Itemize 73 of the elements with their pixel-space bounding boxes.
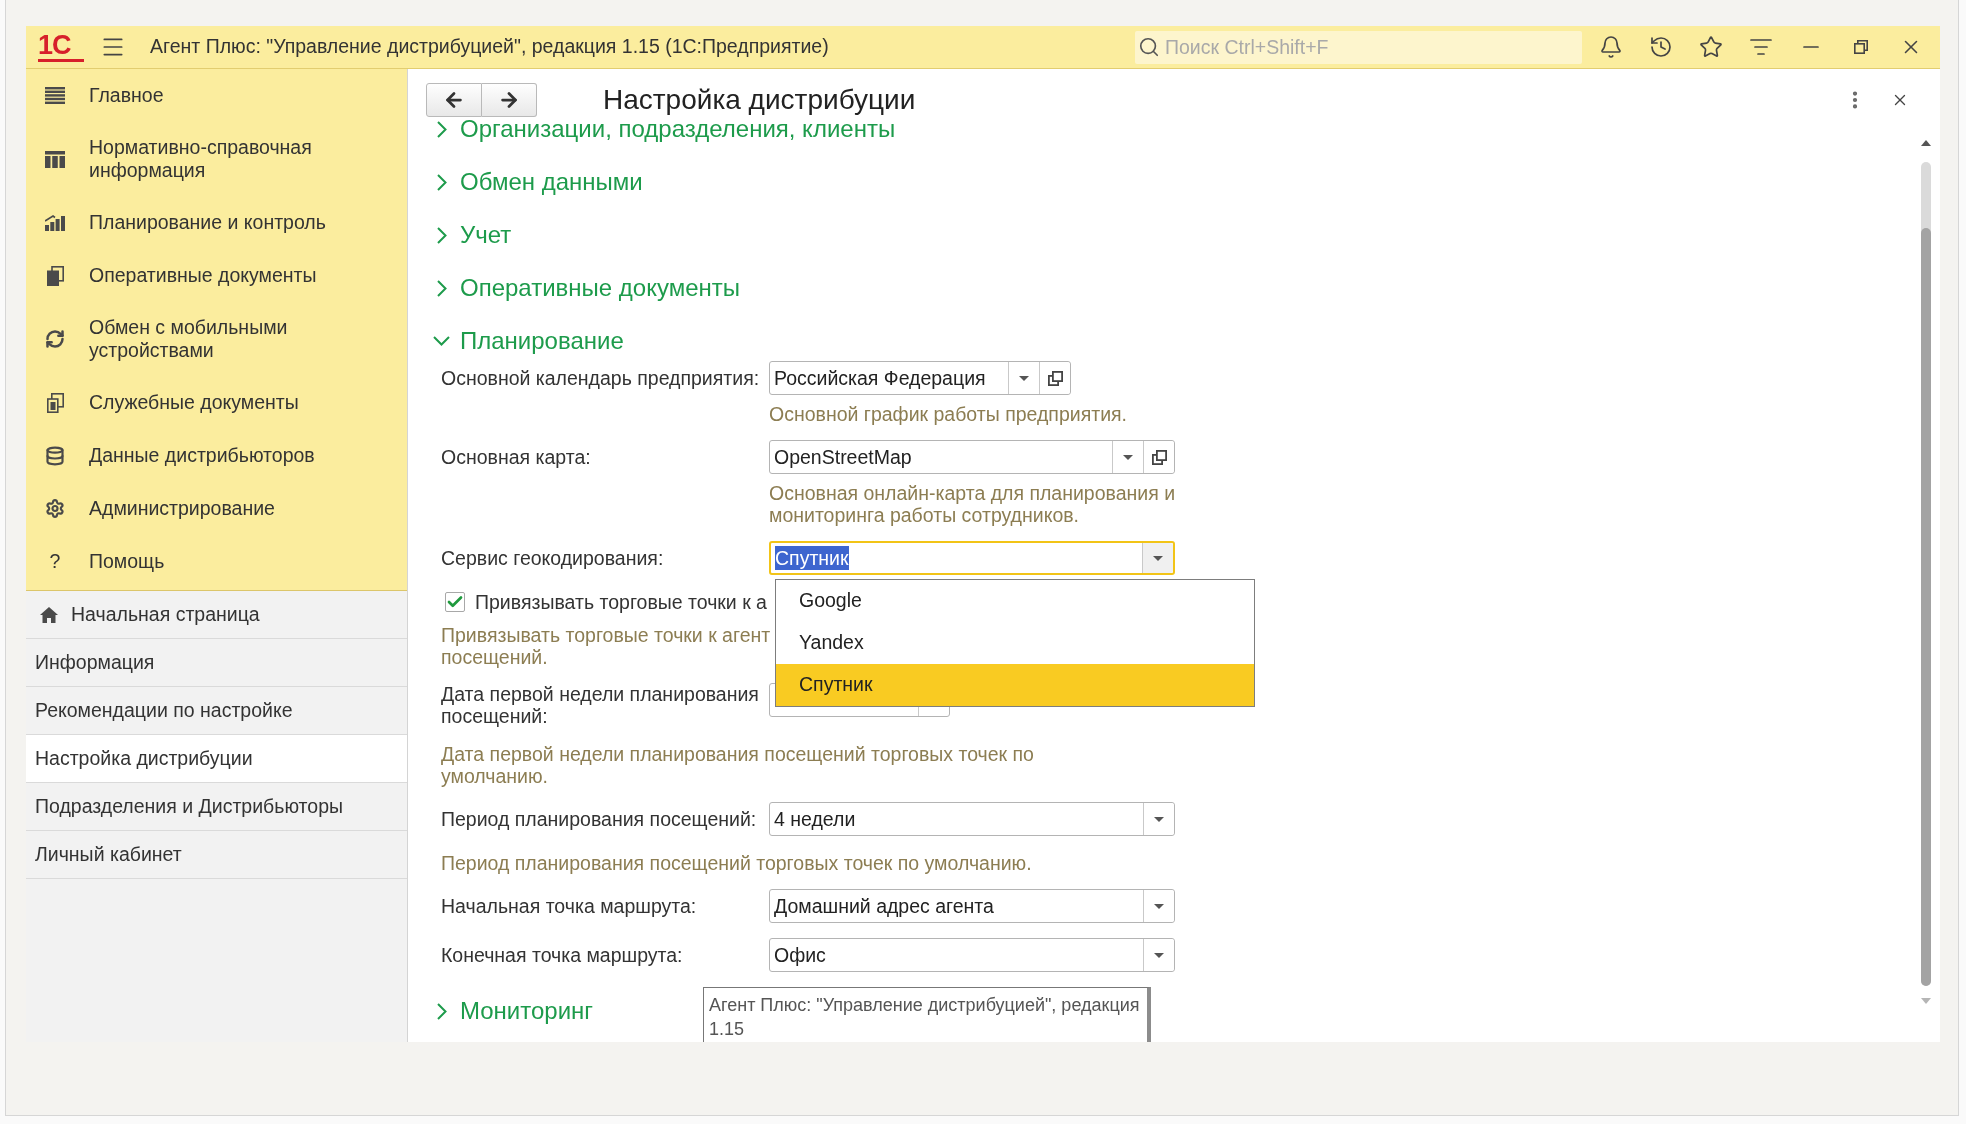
select-field[interactable]: OpenStreetMap [769, 440, 1175, 474]
section-link[interactable]: Администрирование [26, 482, 407, 535]
open-button[interactable] [1143, 441, 1174, 473]
documents-icon [46, 392, 64, 413]
scroll-up-icon[interactable] [1921, 140, 1931, 146]
section-link[interactable]: Обмен с мобильными устройствами [26, 302, 407, 376]
search-icon [1138, 35, 1160, 58]
list-icon [45, 87, 65, 104]
history-icon[interactable] [1649, 35, 1673, 59]
caret-icon [1154, 816, 1164, 822]
question-mark-icon: ? [49, 551, 61, 572]
documents-icon [46, 265, 64, 286]
field-hint: Привязывать торговые точки к агент [441, 624, 771, 646]
form-title: Настройка дистрибуции [603, 83, 916, 117]
section-toggle[interactable]: Обмен данными [433, 162, 643, 202]
select-field[interactable]: Спутник [769, 541, 1175, 575]
refresh-icon [45, 329, 65, 349]
open-button[interactable] [1039, 362, 1070, 394]
field-label: Основной календарь предприятия: [441, 367, 761, 389]
field-hint: Период планирования посещений торговых точек по умолчанию. [441, 852, 1033, 874]
caret-icon [1019, 375, 1029, 381]
forward-button[interactable] [482, 83, 537, 117]
field-label: Сервис геокодирования: [441, 547, 665, 569]
select-field[interactable]: 4 недели [769, 802, 1175, 836]
field-hint: посещений. [441, 646, 548, 668]
star-icon[interactable] [1699, 35, 1723, 59]
app-logo: 1С [38, 32, 84, 62]
bell-icon[interactable] [1599, 35, 1623, 59]
section-link[interactable]: Нормативно-справочная информация [26, 122, 407, 196]
field-label: Основная карта: [441, 446, 592, 468]
section-link[interactable]: Данные дистрибьюторов [26, 429, 407, 482]
section-toggle[interactable]: Учет [433, 215, 512, 255]
field-hint: Дата первой недели планирования посещений торговых точек по умолчанию. [441, 743, 1035, 787]
field-label: Конечная точка маршрута: [441, 944, 684, 966]
dropdown-button[interactable] [1142, 543, 1173, 573]
field-label: Дата первой недели планирования посещений: [441, 683, 760, 727]
section-toggle[interactable]: Планирование [433, 321, 624, 361]
caret-icon [1123, 454, 1133, 460]
restore-icon[interactable] [1854, 40, 1868, 54]
select-field[interactable]: Домашний адрес агента [769, 889, 1175, 923]
section-link[interactable]: Планирование и контроль [26, 196, 407, 249]
section-toggle[interactable]: Организации, подразделения, клиенты [433, 117, 896, 149]
select-field[interactable]: Офис [769, 938, 1175, 972]
checkbox-label: Привязывать торговые точки к а [475, 591, 767, 613]
field-label: Начальная точка маршрута: [441, 895, 698, 917]
caret-icon [1154, 903, 1164, 909]
select-field[interactable]: Российская Федерация [769, 361, 1071, 395]
home-icon [40, 606, 58, 623]
overlapping-squares-icon [1151, 449, 1167, 465]
caret-icon [1153, 555, 1163, 561]
search-field[interactable]: Поиск Ctrl+Shift+F [1135, 30, 1582, 64]
caret-icon [1154, 952, 1164, 958]
window-title: Агент Плюс: "Управление дистрибуцией", редакция 1.15 (1С:Предприятие) [150, 34, 830, 60]
field-hint: Основная онлайн-карта для планирования и мониторинга работы сотрудников. [769, 482, 1177, 526]
nav-link[interactable]: Настройка дистрибуции [26, 735, 407, 783]
section-toggle[interactable]: Мониторинг [433, 991, 594, 1031]
dropdown-option[interactable]: Спутник [776, 664, 1254, 706]
columns-icon [45, 150, 65, 168]
section-link[interactable]: Оперативные документы [26, 249, 407, 302]
section-link[interactable]: Главное [26, 69, 407, 122]
section-toggle[interactable]: Оперативные документы [433, 268, 741, 308]
overlapping-squares-icon [1047, 370, 1063, 386]
settings-icon [45, 498, 65, 519]
section-link[interactable]: ? Помощь [26, 535, 407, 588]
checkbox[interactable] [445, 592, 465, 612]
bar-chart-icon [45, 214, 65, 231]
back-button[interactable] [426, 83, 482, 117]
arrow-left-icon [443, 89, 465, 111]
database-icon [45, 445, 65, 466]
section-link[interactable]: Служебные документы [26, 376, 407, 429]
tooltip: Агент Плюс: "Управление дистрибуцией", редакция 1.15 [703, 987, 1151, 1042]
field-hint: Основной график работы предприятия. [769, 403, 1128, 425]
field-label: Период планирования посещений: [441, 808, 758, 830]
